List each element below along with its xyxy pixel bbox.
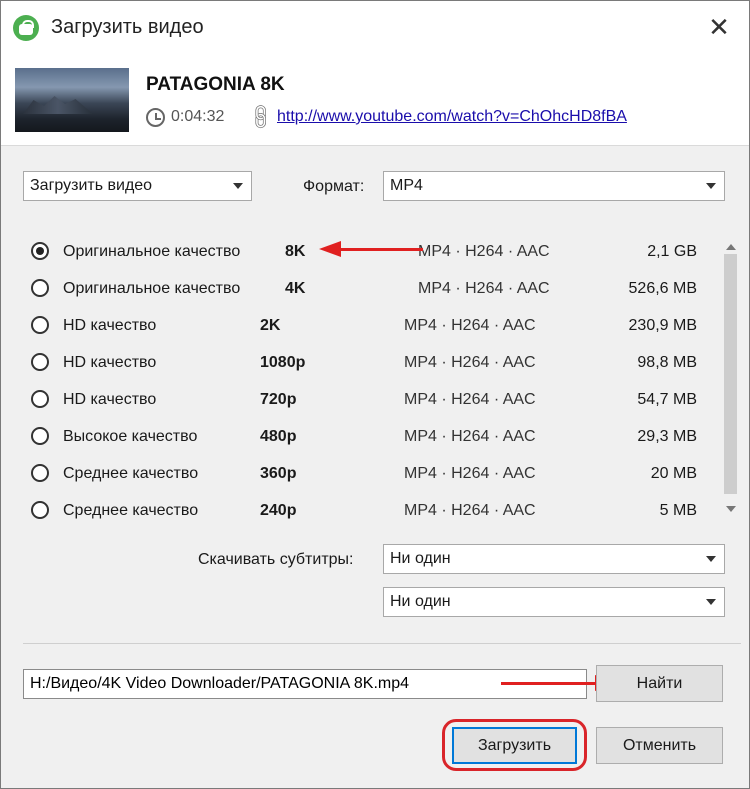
video-duration: 0:04:32 [171,108,225,125]
quality-size: 20 MB [650,465,697,482]
link-icon: 🔗︎ [245,101,278,134]
video-title: PATAGONIA 8K [146,74,285,95]
scroll-down-icon[interactable] [726,506,736,512]
quality-row[interactable]: Оригинальное качество 4K MP4 · H264 · AA… [23,271,723,308]
chevron-down-icon [706,599,716,605]
quality-codec: MP4 · H264 · AAC [404,391,536,408]
quality-row[interactable]: HD качество 2K MP4 · H264 · AAC 230,9 MB [23,308,723,345]
quality-size: 230,9 MB [628,317,697,334]
quality-resolution: 360p [260,465,297,482]
quality-size: 98,8 MB [637,354,697,371]
quality-resolution: 720p [260,391,297,408]
scrollbar-thumb[interactable] [724,254,737,494]
quality-resolution: 2K [260,317,281,334]
quality-size: 29,3 MB [637,428,697,445]
browse-button[interactable]: Найти [596,665,723,702]
quality-radio[interactable] [31,353,49,371]
download-button[interactable]: Загрузить [452,727,577,764]
quality-radio[interactable] [31,316,49,334]
mode-select-value: Загрузить видео [30,177,153,194]
quality-radio[interactable] [31,501,49,519]
quality-row[interactable]: Среднее качество 360p MP4 · H264 · AAC 2… [23,456,723,493]
quality-radio[interactable] [31,427,49,445]
close-icon[interactable]: ✕ [697,7,741,47]
quality-radio[interactable] [31,242,49,260]
quality-row[interactable]: Оригинальное качество 8K MP4 · H264 · AA… [23,234,723,271]
quality-size: 54,7 MB [637,391,697,408]
cancel-button[interactable]: Отменить [596,727,723,764]
format-label: Формат: [303,178,365,195]
quality-codec: MP4 · H264 · AAC [418,280,550,297]
quality-label: HD качество [63,391,157,408]
chevron-down-icon [706,183,716,189]
subtitles-select[interactable]: Ни один [383,544,725,574]
title-bar: Загрузить видео ✕ [1,1,749,55]
quality-row[interactable]: HD качество 720p MP4 · H264 · AAC 54,7 M… [23,382,723,419]
quality-row[interactable]: Высокое качество 480p MP4 · H264 · AAC 2… [23,419,723,456]
chevron-down-icon [233,183,243,189]
quality-list-scrollbar[interactable] [722,234,739,524]
quality-codec: MP4 · H264 · AAC [404,317,536,334]
clock-icon [146,108,165,127]
quality-size: 2,1 GB [647,243,697,260]
quality-radio[interactable] [31,279,49,297]
chevron-down-icon [706,556,716,562]
quality-size: 526,6 MB [628,280,697,297]
quality-label: Среднее качество [63,465,199,482]
subtitles-language-select[interactable]: Ни один [383,587,725,617]
quality-size: 5 MB [659,502,697,519]
window-title: Загрузить видео [51,16,204,38]
subtitles-select-value: Ни один [390,550,451,567]
quality-codec: MP4 · H264 · AAC [404,354,536,371]
quality-row[interactable]: Среднее качество 240p MP4 · H264 · AAC 5… [23,493,723,530]
download-dialog: Загрузить видео ✕ PATAGONIA 8K 0:04:32 🔗… [0,0,750,789]
quality-label: Оригинальное качество [63,243,241,260]
quality-resolution: 4K [285,280,306,297]
video-thumbnail [15,68,129,132]
quality-resolution: 480p [260,428,297,445]
quality-resolution: 8K [285,243,306,260]
mode-select[interactable]: Загрузить видео [23,171,252,201]
quality-radio[interactable] [31,464,49,482]
subtitles-language-value: Ни один [390,593,451,610]
quality-row[interactable]: HD качество 1080p MP4 · H264 · AAC 98,8 … [23,345,723,382]
quality-resolution: 240p [260,502,297,519]
quality-label: HD качество [63,354,157,371]
annotation-arrow-line [501,682,595,685]
quality-list: Оригинальное качество 8K MP4 · H264 · AA… [23,230,743,526]
quality-codec: MP4 · H264 · AAC [418,243,550,260]
subtitles-label: Скачивать субтитры: [198,551,354,568]
quality-label: Среднее качество [63,502,199,519]
quality-codec: MP4 · H264 · AAC [404,502,536,519]
app-logo-icon [13,15,39,41]
quality-codec: MP4 · H264 · AAC [404,465,536,482]
format-select[interactable]: MP4 [383,171,725,201]
quality-label: Оригинальное качество [63,280,241,297]
annotation-arrow-line [339,248,423,251]
quality-resolution: 1080p [260,354,306,371]
quality-radio[interactable] [31,390,49,408]
video-url-link[interactable]: http://www.youtube.com/watch?v=ChOhcHD8f… [277,108,627,126]
video-header: PATAGONIA 8K 0:04:32 🔗︎ http://www.youtu… [1,55,749,146]
quality-codec: MP4 · H264 · AAC [404,428,536,445]
annotation-arrowhead-left [319,241,341,257]
scroll-up-icon[interactable] [726,244,736,250]
quality-label: HD качество [63,317,157,334]
quality-label: Высокое качество [63,428,198,445]
format-select-value: MP4 [390,177,423,194]
divider [23,643,741,644]
